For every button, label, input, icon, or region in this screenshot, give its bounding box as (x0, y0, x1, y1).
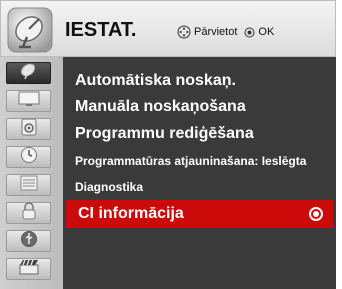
tv-screen-icon (18, 91, 40, 112)
menu-item-label: Manuāla noskaņošana (75, 98, 246, 115)
tv-setup-menu: IESTAT. Pārvietot OK Automātiska noskaņ.… (0, 0, 342, 289)
sidebar-item-picture[interactable] (6, 90, 51, 112)
ok-radio-icon (309, 207, 323, 221)
sidebar-item-usb[interactable] (6, 230, 51, 252)
options-icon (20, 175, 38, 196)
menu-item-label: Automātiska noskaņ. (75, 72, 236, 89)
menu-item-software-update[interactable]: Programmatūras atjauninašana: Ieslēgta (63, 147, 336, 175)
four-way-arrow-icon (177, 25, 191, 39)
satellite-dish-icon (19, 62, 39, 85)
menu-item-label: Diagnostika (75, 180, 144, 194)
page-title: IESTAT. (65, 19, 137, 41)
clock-icon (20, 146, 38, 169)
hint-move-label: Pārvietot (194, 26, 238, 38)
sidebar-item-time[interactable] (6, 146, 51, 168)
menu-item-label: Programmatūras atjauninašana: Ieslēgta (75, 154, 307, 168)
menu-item-diagnostics[interactable]: Diagnostika (63, 173, 336, 201)
lock-icon (21, 201, 37, 225)
ok-button-icon (244, 27, 255, 38)
menu-item-manual-tuning[interactable]: Manuāla noskaņošana (63, 93, 336, 121)
movie-clapper-icon (19, 259, 39, 280)
hint-ok-label: OK (258, 26, 275, 38)
menu-header: IESTAT. Pārvietot OK (0, 0, 336, 57)
menu-item-ci-info[interactable]: CI informācija (66, 200, 333, 228)
sidebar-item-movie[interactable] (6, 258, 51, 280)
menu-item-label: Programmu rediģēšana (75, 125, 254, 142)
satellite-dish-icon (7, 7, 53, 53)
menu-item-auto-tuning[interactable]: Automātiska noskaņ. (63, 67, 336, 95)
navigation-hint: Pārvietot OK (177, 25, 274, 39)
menu-item-program-edit[interactable]: Programmu rediģēšana (63, 120, 336, 148)
menu-panel: Automātiska noskaņ. Manuāla noskaņošana … (63, 57, 336, 289)
sidebar-item-setup[interactable] (6, 62, 51, 84)
screen-edge (336, 0, 342, 289)
sidebar-item-options[interactable] (6, 174, 51, 196)
sidebar-item-audio[interactable] (6, 118, 51, 140)
usb-icon (20, 230, 38, 253)
menu-item-label: CI informācija (78, 205, 184, 222)
sidebar-item-lock[interactable] (6, 201, 51, 225)
speaker-icon (20, 118, 38, 141)
category-sidebar (0, 57, 63, 289)
